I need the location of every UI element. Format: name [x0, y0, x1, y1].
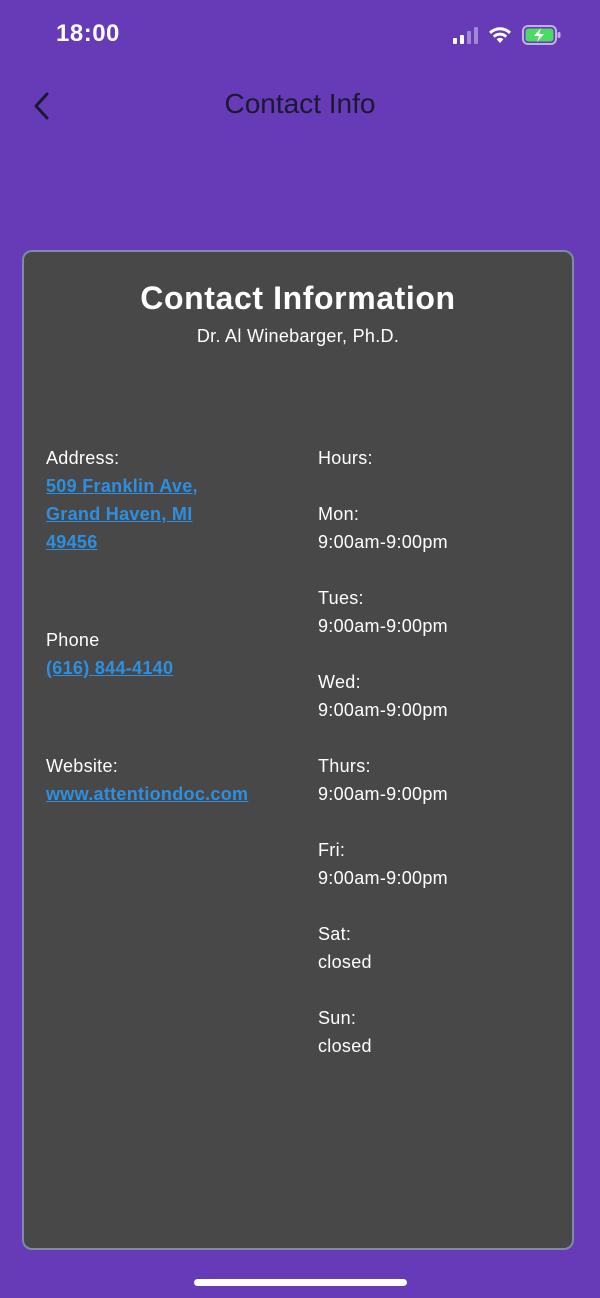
hours-day: Wed:: [318, 672, 361, 692]
signal-icon: [453, 26, 478, 44]
home-indicator[interactable]: [194, 1279, 407, 1286]
card-title: Contact Information: [140, 280, 456, 316]
wifi-icon: [489, 27, 511, 43]
address-link[interactable]: 509 Franklin Ave, Grand Haven, MI 49456: [46, 472, 306, 556]
hours-time: 9:00am-9:00pm: [318, 616, 448, 636]
contact-info-screen: 18:00 Contact Info Contact Information D…: [0, 0, 600, 1298]
battery-charging-icon: [522, 25, 561, 45]
address-line-3[interactable]: 49456: [46, 528, 306, 556]
address-line-1[interactable]: 509 Franklin Ave,: [46, 472, 306, 500]
address-line-2[interactable]: Grand Haven, MI: [46, 500, 306, 528]
app-bar: Contact Info: [0, 70, 600, 142]
hours-item: Thurs: 9:00am-9:00pm: [318, 752, 558, 808]
contact-card: Contact Information Dr. Al Winebarger, P…: [22, 250, 574, 1250]
hours-label: Hours:: [318, 448, 373, 468]
hours-item: Fri: 9:00am-9:00pm: [318, 836, 558, 892]
website-section: Website: www.attentiondoc.com: [46, 752, 306, 808]
hours-day: Thurs:: [318, 756, 371, 776]
hours-item: Tues: 9:00am-9:00pm: [318, 584, 558, 640]
card-subtitle: Dr. Al Winebarger, Ph.D.: [196, 326, 400, 346]
hours-item: Wed: 9:00am-9:00pm: [318, 668, 558, 724]
status-icons: [453, 22, 562, 48]
hours-item: Sun: closed: [318, 1004, 558, 1060]
phone-section: Phone (616) 844-4140: [46, 626, 306, 682]
page-title: Contact Info: [224, 88, 376, 119]
address-section: Address: 509 Franklin Ave, Grand Haven, …: [46, 444, 306, 556]
hours-item: Sat: closed: [318, 920, 558, 976]
hours-day: Fri:: [318, 840, 346, 860]
hours-day: Sat:: [318, 924, 352, 944]
website-label: Website:: [46, 756, 119, 776]
phone-label: Phone: [46, 630, 100, 650]
website-link[interactable]: www.attentiondoc.com: [46, 780, 306, 808]
hours-time: 9:00am-9:00pm: [318, 700, 448, 720]
hours-time: 9:00am-9:00pm: [318, 532, 448, 552]
hours-item: Mon: 9:00am-9:00pm: [318, 500, 558, 556]
status-time: 18:00: [56, 20, 120, 47]
hours-day: Tues:: [318, 588, 364, 608]
hours-time: 9:00am-9:00pm: [318, 784, 448, 804]
hours-day: Mon:: [318, 504, 360, 524]
phone-link[interactable]: (616) 844-4140: [46, 654, 306, 682]
hours-time: closed: [318, 952, 372, 972]
contact-details-column: Address: 509 Franklin Ave, Grand Haven, …: [46, 444, 306, 808]
hours-time: 9:00am-9:00pm: [318, 868, 448, 888]
status-bar: 18:00: [0, 0, 600, 70]
hours-day: Sun:: [318, 1008, 357, 1028]
hours-column: Hours: Mon: 9:00am-9:00pm Tues: 9:00am-9…: [318, 444, 558, 1060]
hours-time: closed: [318, 1036, 372, 1056]
address-label: Address:: [46, 448, 120, 468]
